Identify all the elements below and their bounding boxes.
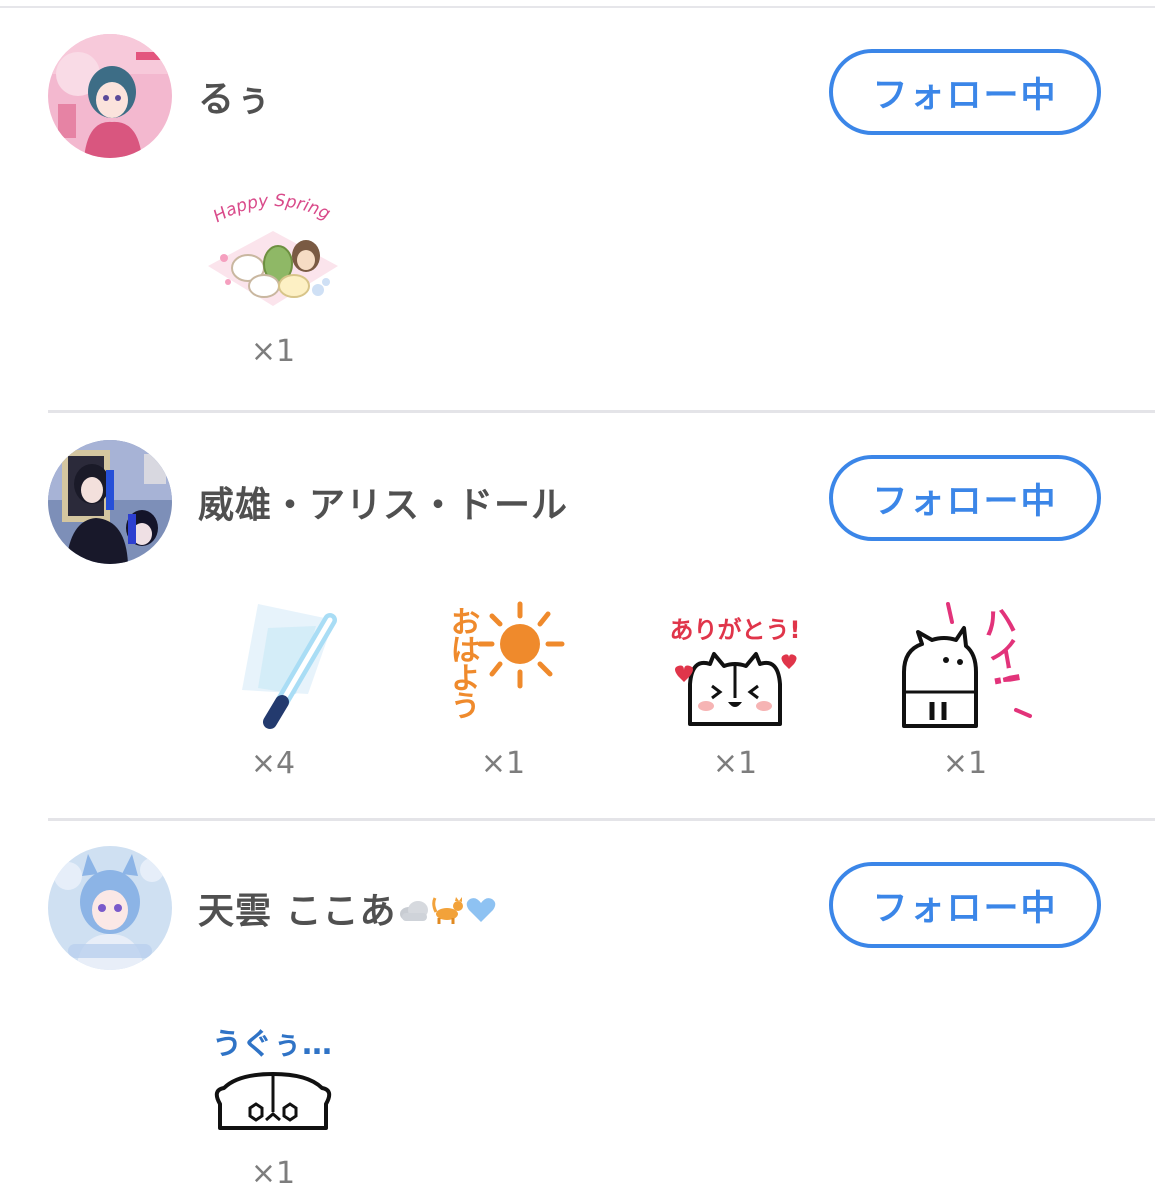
- happy-spring-sticker: Happy Spring: [208, 191, 338, 306]
- gift-count: ×1: [712, 746, 758, 781]
- gift-count: ×1: [250, 1156, 296, 1191]
- arigatou-cat-sticker: ありがとう!: [670, 616, 801, 726]
- gift-item: おはよう ×1: [428, 598, 578, 781]
- gift-count: ×4: [250, 746, 296, 781]
- sticker-text: ありがとう!: [670, 616, 801, 644]
- avatar[interactable]: [48, 846, 172, 970]
- gift-item: ×4: [198, 598, 348, 781]
- username[interactable]: るぅ: [198, 70, 272, 122]
- avatar-image: [48, 440, 172, 564]
- gift-item: Happy Spring ×1: [198, 186, 348, 369]
- gift-count: ×1: [250, 334, 296, 369]
- avatar[interactable]: [48, 440, 172, 564]
- gift-count: ×1: [942, 746, 988, 781]
- gift-item: ハイ! ×1: [890, 598, 1040, 781]
- gift-entry-3: 天雲 ここあ フォロー中 うぐぅ… ×1: [0, 820, 1155, 1200]
- gift-count: ×1: [480, 746, 526, 781]
- sticker-text: うぐぅ…: [212, 1027, 332, 1062]
- uguu-cat-sticker: うぐぅ…: [212, 1027, 332, 1130]
- gift-entry-1: るぅ フォロー中 Happy Spring ×1: [0, 0, 1155, 413]
- sticker-text: Happy Spring: [210, 191, 333, 227]
- gift-entry-2: 威雄・アリス・ドール フォロー中 ×4 おはよう ×1 ありがとう! ×1 ハイ…: [0, 412, 1155, 821]
- username-text: 天雲 ここあ: [198, 891, 397, 932]
- gift-item: うぐぅ… ×1: [198, 1008, 348, 1191]
- following-button[interactable]: フォロー中: [829, 862, 1101, 948]
- cloud-emoji: [397, 893, 431, 934]
- avatar-image: [48, 34, 172, 158]
- gift-item: ありがとう! ×1: [660, 598, 810, 781]
- sticker-text: ハイ!: [973, 601, 1027, 690]
- penlight-sticker: [242, 604, 337, 729]
- hai-cat-sticker: ハイ!: [902, 601, 1032, 728]
- cat-emoji: [431, 892, 465, 935]
- svg-text:Happy Spring: Happy Spring: [210, 191, 333, 227]
- avatar-image: [48, 846, 172, 970]
- username[interactable]: 威雄・アリス・ドール: [198, 476, 568, 528]
- username[interactable]: 天雲 ここあ: [198, 882, 497, 935]
- ohayou-sun-sticker: おはよう: [445, 601, 565, 719]
- blue-heart-emoji: [465, 893, 497, 934]
- following-button[interactable]: フォロー中: [829, 455, 1101, 541]
- avatar[interactable]: [48, 34, 172, 158]
- following-button[interactable]: フォロー中: [829, 49, 1101, 135]
- sticker-text: おはよう: [445, 606, 480, 719]
